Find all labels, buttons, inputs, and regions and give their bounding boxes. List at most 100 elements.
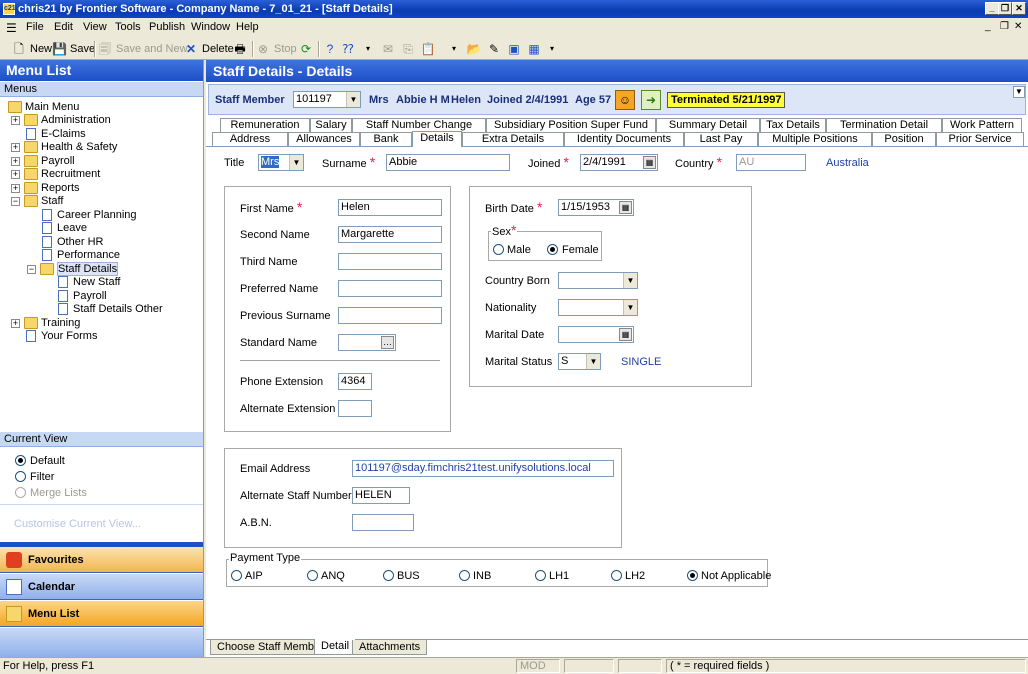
toolbar-overflow-icon[interactable]: ▾: [360, 41, 376, 57]
tab-summary-detail[interactable]: Summary Detail: [656, 118, 760, 132]
marital-status-combo[interactable]: S ▼: [558, 353, 601, 370]
sex-male-radio[interactable]: [493, 244, 504, 255]
tree-new-staff[interactable]: New Staff: [56, 276, 121, 289]
alternate-staff-number-input[interactable]: HELEN: [352, 487, 410, 504]
surname-input[interactable]: Abbie: [386, 154, 510, 171]
payment-not-applicable-radio[interactable]: [687, 570, 698, 581]
tab-tax-details[interactable]: Tax Details: [760, 118, 826, 132]
calendar-icon[interactable]: ▦: [619, 328, 632, 341]
tree-main-menu[interactable]: Main Menu: [8, 101, 79, 114]
expand-icon[interactable]: +: [11, 319, 20, 328]
tab-choose-staff-member[interactable]: Choose Staff Member: [210, 640, 331, 655]
payment-lh2-radio[interactable]: [611, 570, 622, 581]
tree-payroll[interactable]: Payroll: [24, 155, 75, 168]
mdi-close-icon[interactable]: ✕: [1014, 21, 1022, 32]
expand-icon[interactable]: +: [11, 170, 20, 179]
tree-recruitment[interactable]: Recruitment: [24, 168, 100, 181]
phone-extension-input[interactable]: 4364: [338, 373, 372, 390]
save-button[interactable]: 💾 Save: [52, 41, 95, 57]
customise-view-link[interactable]: Customise Current View...: [14, 518, 141, 530]
tab-bank[interactable]: Bank: [360, 132, 412, 146]
mdi-restore-icon[interactable]: ❐: [1000, 21, 1009, 32]
menu-view[interactable]: View: [83, 21, 107, 33]
tab-subsidiary-position-super-fund[interactable]: Subsidiary Position Super Fund: [486, 118, 656, 132]
payment-aip-radio[interactable]: [231, 570, 242, 581]
third-name-input[interactable]: [338, 253, 442, 270]
second-name-input[interactable]: Margarette: [338, 226, 442, 243]
country-input[interactable]: AU: [736, 154, 806, 171]
copy-icon[interactable]: ⎘: [400, 41, 416, 57]
tab-termination-detail[interactable]: Termination Detail: [826, 118, 942, 132]
preferred-name-input[interactable]: [338, 280, 442, 297]
tree-other-hr[interactable]: Other HR: [40, 236, 103, 249]
tree-staff-details-other[interactable]: Staff Details Other: [56, 303, 163, 316]
tab-detail[interactable]: Detail: [314, 639, 357, 655]
payment-inb-radio[interactable]: [459, 570, 470, 581]
mail-icon[interactable]: ✉: [380, 41, 396, 57]
country-born-combo[interactable]: ▼: [558, 272, 638, 289]
tree-administration[interactable]: Administration: [24, 114, 111, 127]
expand-icon[interactable]: +: [11, 116, 20, 125]
menu-tools[interactable]: Tools: [115, 21, 141, 33]
birth-date-input[interactable]: 1/15/1953 ▦: [558, 199, 634, 216]
tab-position[interactable]: Position: [872, 132, 936, 146]
nationality-combo[interactable]: ▼: [558, 299, 638, 316]
print-icon[interactable]: 🖶: [232, 41, 248, 57]
staff-member-combo[interactable]: 101197 ▼: [293, 91, 361, 108]
mdi-minimize-icon[interactable]: _: [985, 21, 991, 32]
toolbar-overflow-icon[interactable]: ▾: [446, 41, 462, 57]
calendar-icon[interactable]: ▦: [619, 201, 632, 214]
expand-icon[interactable]: +: [11, 184, 20, 193]
joined-date-input[interactable]: 2/4/1991 ▦: [580, 154, 658, 171]
tab-details[interactable]: Details: [412, 131, 462, 147]
nav-favourites[interactable]: Favourites: [0, 547, 203, 573]
tab-last-pay[interactable]: Last Pay: [684, 132, 758, 146]
collapse-bar-icon[interactable]: ▼: [1013, 86, 1025, 98]
menu-help[interactable]: Help: [236, 21, 259, 33]
menu-window[interactable]: Window: [191, 21, 230, 33]
ellipsis-icon[interactable]: …: [381, 336, 394, 349]
new-button[interactable]: 🗋 New: [12, 41, 52, 57]
tree-staff-details[interactable]: Staff Details: [40, 262, 119, 276]
tree-staff[interactable]: Staff: [24, 195, 63, 208]
view-default-radio[interactable]: [15, 455, 26, 466]
standard-name-input[interactable]: …: [338, 334, 396, 351]
payment-anq-radio[interactable]: [307, 570, 318, 581]
tab-prior-service[interactable]: Prior Service: [936, 132, 1024, 146]
document-menu-icon[interactable]: ☰: [6, 21, 17, 35]
context-help-icon[interactable]: ⁇: [340, 41, 356, 57]
menu-edit[interactable]: Edit: [54, 21, 73, 33]
sex-female-radio[interactable]: [547, 244, 558, 255]
paste-icon[interactable]: 📋: [420, 41, 436, 57]
grid-icon[interactable]: ▦: [526, 41, 542, 57]
edit-icon[interactable]: ✎: [486, 41, 502, 57]
tab-address[interactable]: Address: [212, 132, 288, 146]
nav-menu-list[interactable]: Menu List: [0, 601, 203, 627]
alternate-extension-input[interactable]: [338, 400, 372, 417]
refresh-icon[interactable]: ⟳: [298, 41, 314, 57]
email-address-input[interactable]: 101197@sday.fimchris21test.unifysolution…: [352, 460, 614, 477]
marital-date-input[interactable]: ▦: [558, 326, 634, 343]
tab-multiple-positions[interactable]: Multiple Positions: [758, 132, 872, 146]
tree-leave[interactable]: Leave: [40, 222, 87, 235]
calendar-icon[interactable]: ▦: [643, 156, 656, 169]
save-layout-icon[interactable]: ▣: [506, 41, 522, 57]
tab-remuneration[interactable]: Remuneration: [220, 118, 310, 132]
tree-career-planning[interactable]: Career Planning: [40, 209, 137, 222]
nav-calendar[interactable]: Calendar: [0, 574, 203, 600]
tab-attachments[interactable]: Attachments: [352, 640, 428, 655]
go-arrow-icon[interactable]: ➜: [641, 90, 661, 110]
save-and-new-button[interactable]: 🗐 Save and New: [98, 41, 188, 57]
expand-icon[interactable]: +: [11, 143, 20, 152]
previous-surname-input[interactable]: [338, 307, 442, 324]
folder-icon[interactable]: 📂: [466, 41, 482, 57]
tab-extra-details[interactable]: Extra Details: [462, 132, 564, 146]
tree-training[interactable]: Training: [24, 317, 80, 330]
tab-identity-documents[interactable]: Identity Documents: [564, 132, 684, 146]
collapse-icon[interactable]: −: [11, 197, 20, 206]
view-filter-radio[interactable]: [15, 471, 26, 482]
view-merge-lists-radio[interactable]: [15, 487, 26, 498]
restore-button[interactable]: ❐: [998, 2, 1012, 15]
tree-performance[interactable]: Performance: [40, 249, 120, 262]
delete-button[interactable]: ✕ Delete: [184, 41, 234, 57]
